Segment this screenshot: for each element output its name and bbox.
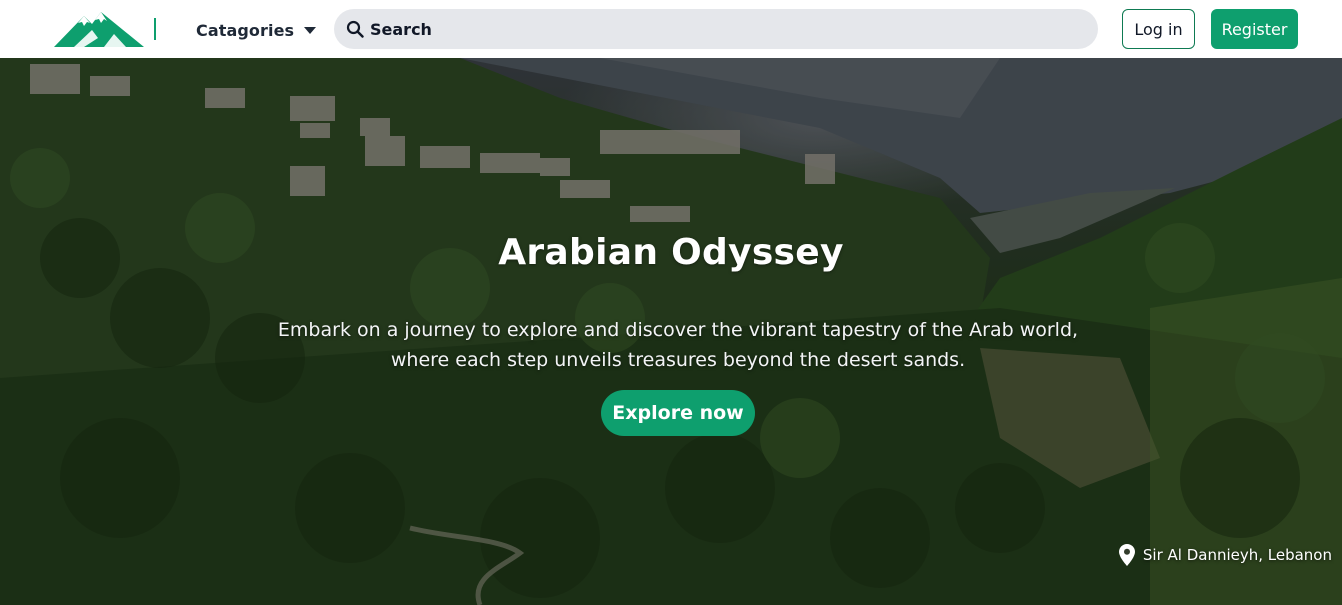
location-text: Sir Al Dannieyh, Lebanon [1142, 546, 1332, 564]
login-button[interactable]: Log in [1122, 9, 1195, 49]
search-bar[interactable] [334, 9, 1098, 49]
location-caption: Sir Al Dannieyh, Lebanon [1118, 544, 1332, 566]
mountain-logo-icon[interactable] [54, 10, 144, 48]
hero-description: Embark on a journey to explore and disco… [277, 319, 1079, 371]
explore-now-button[interactable]: Explore now [601, 390, 755, 436]
top-nav: Catagories Log in Register [0, 0, 1342, 58]
map-pin-icon [1118, 544, 1135, 566]
categories-label: Catagories [196, 20, 295, 40]
logo-divider [154, 18, 156, 40]
search-icon [346, 20, 364, 38]
hero-title: Arabian Odyssey [498, 232, 844, 273]
caret-down-icon [304, 27, 317, 34]
categories-dropdown[interactable]: Catagories [196, 18, 317, 42]
register-button[interactable]: Register [1211, 9, 1298, 49]
hero-banner: Arabian Odyssey Embark on a journey to e… [0, 58, 1342, 605]
search-input[interactable] [370, 11, 1070, 47]
